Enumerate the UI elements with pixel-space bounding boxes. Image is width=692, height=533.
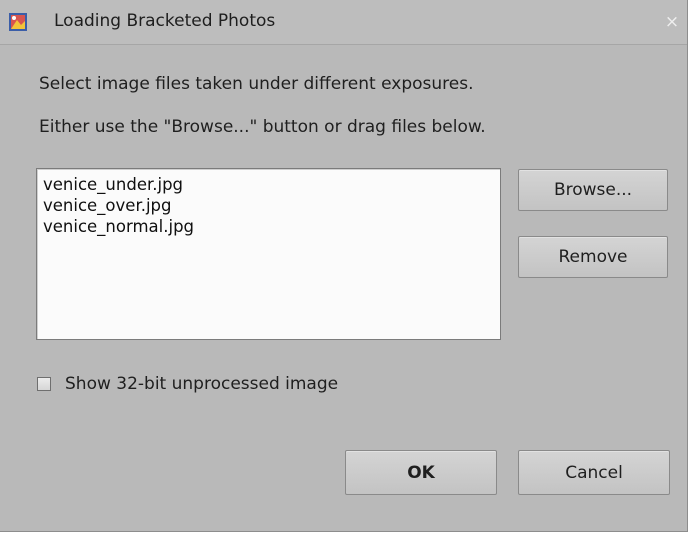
list-item[interactable]: venice_normal.jpg [43,216,500,237]
list-item[interactable]: venice_under.jpg [43,174,500,195]
app-icon [8,12,28,32]
show-32bit-label: Show 32-bit unprocessed image [65,374,339,394]
show-32bit-option[interactable]: Show 32-bit unprocessed image [37,373,338,395]
title-bar[interactable]: Loading Bracketed Photos × [0,0,687,45]
browse-button[interactable]: Browse... [518,169,668,211]
cancel-button[interactable]: Cancel [518,450,670,495]
instruction-line-2: Either use the "Browse..." button or dra… [39,117,486,137]
close-icon[interactable]: × [663,13,681,31]
show-32bit-checkbox[interactable] [37,377,51,391]
bracketed-photos-dialog: Loading Bracketed Photos × Select image … [0,0,688,532]
ok-button[interactable]: OK [345,450,497,495]
list-item[interactable]: venice_over.jpg [43,195,500,216]
file-list[interactable]: venice_under.jpg venice_over.jpg venice_… [36,168,501,340]
remove-button[interactable]: Remove [518,236,668,278]
instruction-line-1: Select image files taken under different… [39,74,474,94]
window-title: Loading Bracketed Photos [54,11,276,31]
